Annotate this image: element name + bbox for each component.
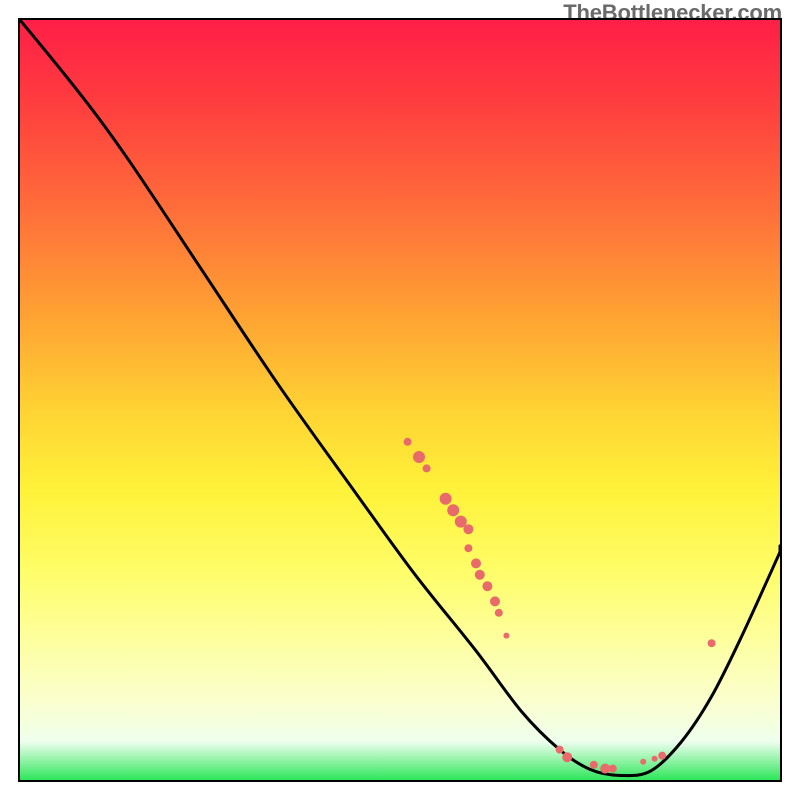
data-marker [423,464,431,472]
data-marker [590,761,598,769]
chart-plot-area [18,18,782,782]
data-marker [464,544,472,552]
data-marker [495,609,503,617]
data-marker [658,752,666,760]
data-marker [708,639,716,647]
stage: TheBottlenecker.com [0,0,800,800]
data-marker [471,558,481,568]
data-marker [503,633,509,639]
data-marker [562,752,572,762]
data-marker [447,504,459,516]
data-marker [609,765,617,773]
bottleneck-curve [20,20,780,776]
data-marker [463,524,473,534]
data-marker [475,570,485,580]
data-marker [413,451,425,463]
chart-svg-overlay [20,20,780,780]
data-markers [404,438,716,774]
data-marker [404,438,412,446]
data-marker [490,596,500,606]
data-marker [652,756,658,762]
data-marker [600,764,610,774]
data-marker [440,493,452,505]
data-marker [556,746,564,754]
data-marker [482,581,492,591]
data-marker [640,759,646,765]
